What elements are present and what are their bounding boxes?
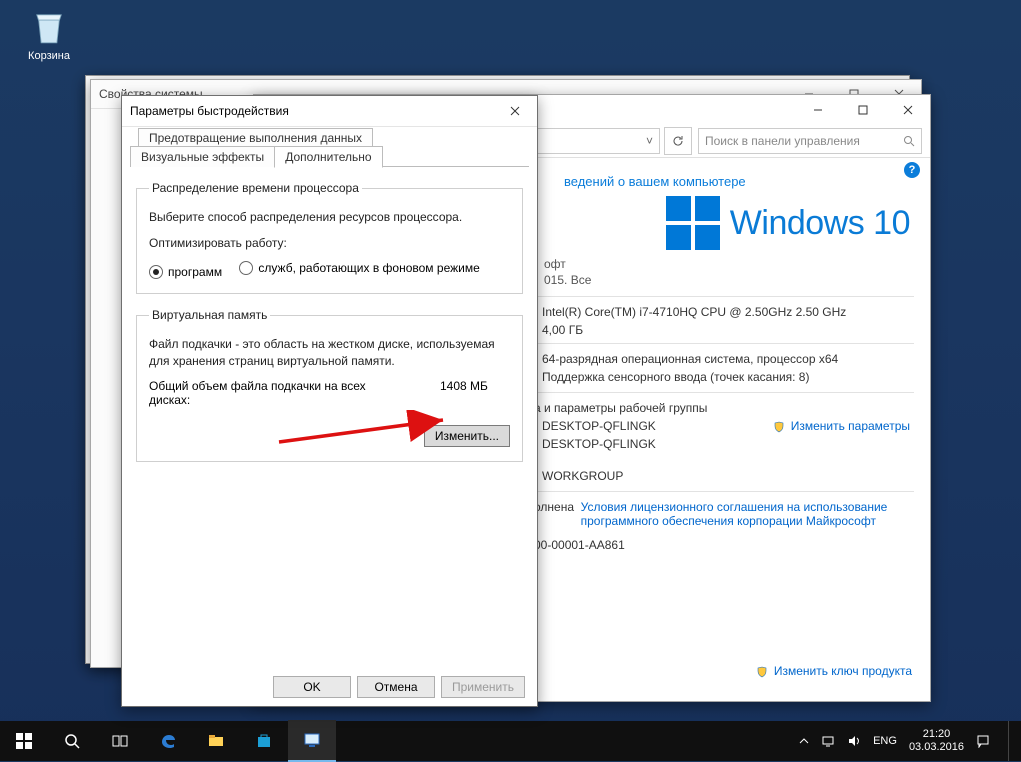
show-desktop-button[interactable] xyxy=(1008,721,1015,761)
close-button[interactable] xyxy=(492,97,537,125)
computer-full-name: DESKTOP-QFLINGK xyxy=(542,437,656,451)
shield-icon xyxy=(773,421,785,433)
change-settings-label: Изменить параметры xyxy=(791,419,910,433)
cpu-scheduling-legend: Распределение времени процессора xyxy=(149,181,362,195)
search-icon xyxy=(903,135,915,147)
tray-volume-icon[interactable] xyxy=(847,734,861,748)
task-view-button[interactable] xyxy=(96,721,144,761)
copyright-partial: офт 015. Все xyxy=(544,257,914,288)
ram-value: 4,00 ГБ xyxy=(542,323,583,337)
taskbar[interactable]: ENG 21:20 03.03.2016 xyxy=(0,721,1021,761)
pen-touch-value: Поддержка сенсорного ввода (точек касани… xyxy=(542,370,809,384)
license-terms-link[interactable]: Условия лицензионного соглашения на испо… xyxy=(581,500,914,528)
computer-name: DESKTOP-QFLINGK xyxy=(542,419,656,433)
tab-visual-effects[interactable]: Визуальные эффекты xyxy=(130,146,275,167)
cpu-scheduling-group: Распределение времени процессора Выберит… xyxy=(136,181,523,294)
tab-dep[interactable]: Предотвращение выполнения данных xyxy=(138,128,373,147)
radio-background-services[interactable]: служб, работающих в фоновом режиме xyxy=(239,261,479,275)
radio-dot-icon xyxy=(239,261,253,275)
clock[interactable]: 21:20 03.03.2016 xyxy=(909,728,964,753)
cancel-button[interactable]: Отмена xyxy=(357,676,435,698)
perf-titlebar[interactable]: Параметры быстродействия xyxy=(122,96,537,127)
change-product-key-link[interactable]: Изменить ключ продукта xyxy=(756,664,912,678)
optimize-label: Оптимизировать работу: xyxy=(149,235,510,251)
system-type-value: 64-разрядная операционная система, проце… xyxy=(542,352,838,366)
ok-button[interactable]: OK xyxy=(273,676,351,698)
virtual-memory-group: Виртуальная память Файл подкачки - это о… xyxy=(136,308,523,461)
clock-time: 21:20 xyxy=(909,728,964,741)
minimize-button[interactable] xyxy=(795,96,840,124)
pagefile-total-label: Общий объем файла подкачки на всех диска… xyxy=(149,379,399,407)
search-placeholder: Поиск в панели управления xyxy=(705,134,860,148)
search-input[interactable]: Поиск в панели управления xyxy=(698,128,922,154)
tray-chevron-up-icon[interactable] xyxy=(799,736,809,746)
change-product-key-label: Изменить ключ продукта xyxy=(774,664,912,678)
windows-logo-text: Windows 10 xyxy=(730,204,910,243)
start-button[interactable] xyxy=(0,721,48,761)
file-explorer-button[interactable] xyxy=(192,721,240,761)
workgroup-heading: а и параметры рабочей группы xyxy=(534,401,707,415)
radio-programs[interactable]: программ xyxy=(149,265,222,279)
close-button[interactable] xyxy=(885,96,930,124)
apply-button[interactable]: Применить xyxy=(441,676,525,698)
maximize-button[interactable] xyxy=(840,96,885,124)
radio-programs-label: программ xyxy=(168,265,222,279)
recycle-bin-icon xyxy=(28,6,70,48)
pagefile-total-value: 1408 МБ xyxy=(440,379,510,407)
cpu-scheduling-hint: Выберите способ распределения ресурсов п… xyxy=(149,209,510,225)
change-settings-link[interactable]: Изменить параметры xyxy=(773,419,910,433)
tray-network-icon[interactable] xyxy=(821,734,835,748)
action-center-icon[interactable] xyxy=(976,734,990,748)
language-indicator[interactable]: ENG xyxy=(873,735,897,747)
clock-date: 03.03.2016 xyxy=(909,741,964,754)
help-icon[interactable]: ? xyxy=(904,162,920,178)
search-button[interactable] xyxy=(48,721,96,761)
product-id: 00-00001-AA861 xyxy=(534,538,625,552)
store-button[interactable] xyxy=(240,721,288,761)
activation-status: олнена xyxy=(534,500,574,528)
recycle-bin-label: Корзина xyxy=(14,50,84,62)
workgroup-value: WORKGROUP xyxy=(542,469,623,483)
radio-services-label: служб, работающих в фоновом режиме xyxy=(258,261,479,275)
tab-advanced[interactable]: Дополнительно xyxy=(274,146,382,168)
performance-options-dialog[interactable]: Параметры быстродействия Предотвращение … xyxy=(121,95,538,707)
shield-icon xyxy=(756,666,768,678)
virtual-memory-hint: Файл подкачки - это область на жестком д… xyxy=(149,336,510,368)
perf-tabs: Предотвращение выполнения данных Визуаль… xyxy=(130,131,529,167)
windows-logo: Windows 10 xyxy=(666,196,910,250)
windows-logo-icon xyxy=(666,196,720,250)
edge-button[interactable] xyxy=(144,721,192,761)
radio-dot-icon xyxy=(149,265,163,279)
perf-title: Параметры быстродействия xyxy=(130,104,289,118)
processor-value: Intel(R) Core(TM) i7-4710HQ CPU @ 2.50GH… xyxy=(542,305,846,319)
change-pagefile-button[interactable]: Изменить... xyxy=(424,425,510,447)
recycle-bin[interactable]: Корзина xyxy=(14,6,84,62)
virtual-memory-legend: Виртуальная память xyxy=(149,308,270,322)
system-app-button[interactable] xyxy=(288,720,336,762)
refresh-button[interactable] xyxy=(664,127,692,155)
cp-heading: ведений о вашем компьютере xyxy=(564,174,914,189)
chevron-down-icon[interactable]: ˅ xyxy=(646,134,653,148)
